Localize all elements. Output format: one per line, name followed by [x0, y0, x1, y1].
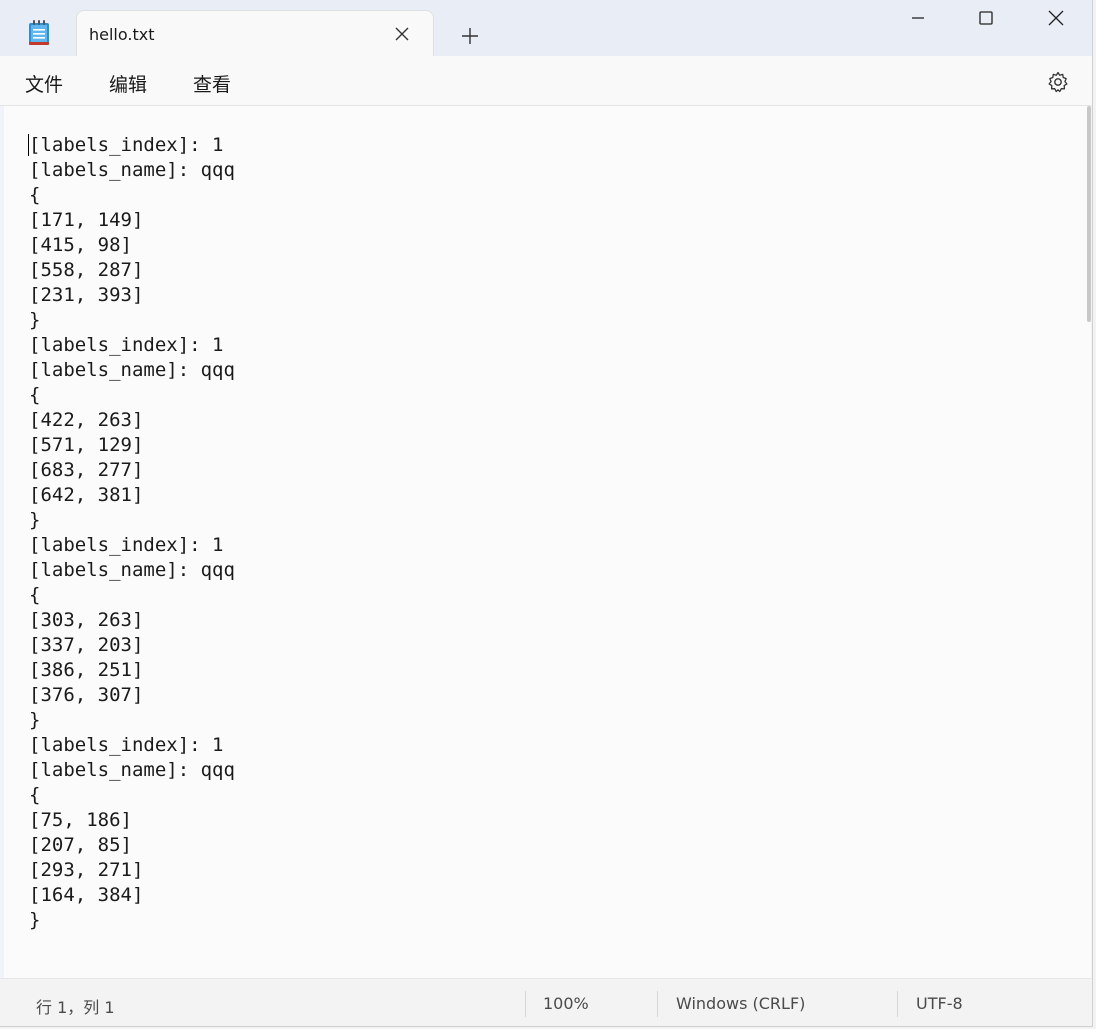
status-cursor-position[interactable]: 行 1，列 1 — [36, 994, 115, 1018]
tab-title: hello.txt — [89, 25, 155, 44]
status-bar: 行 1，列 1 100% Windows (CRLF) UTF-8 — [0, 978, 1092, 1026]
close-icon[interactable] — [1044, 6, 1068, 30]
notepad-icon — [29, 20, 49, 45]
minimize-icon[interactable] — [906, 6, 930, 30]
close-icon[interactable] — [393, 25, 411, 43]
status-encoding[interactable]: UTF-8 — [916, 994, 963, 1013]
status-divider — [525, 991, 526, 1017]
editor-content: [labels_index]: 1 [labels_name]: qqq { [… — [29, 134, 235, 931]
notepad-window: hello.txt 文件 编辑 查看 [labels_index]: 1 [la… — [0, 0, 1093, 1027]
menu-edit[interactable]: 编辑 — [109, 70, 147, 97]
vertical-scrollbar[interactable] — [1087, 106, 1091, 322]
tab-hello-txt[interactable]: hello.txt — [76, 10, 434, 58]
menu-bar: 文件 编辑 查看 — [0, 56, 1092, 106]
gear-icon[interactable] — [1046, 70, 1070, 94]
status-divider — [897, 991, 898, 1017]
title-bar[interactable]: hello.txt — [0, 0, 1092, 58]
status-line-ending[interactable]: Windows (CRLF) — [676, 994, 805, 1013]
menu-view[interactable]: 查看 — [193, 70, 231, 97]
menu-file[interactable]: 文件 — [25, 70, 63, 97]
maximize-icon[interactable] — [974, 6, 998, 30]
text-editor[interactable]: [labels_index]: 1 [labels_name]: qqq { [… — [4, 106, 1091, 978]
status-zoom[interactable]: 100% — [543, 994, 589, 1013]
plus-icon[interactable] — [458, 24, 482, 48]
status-divider — [657, 991, 658, 1017]
